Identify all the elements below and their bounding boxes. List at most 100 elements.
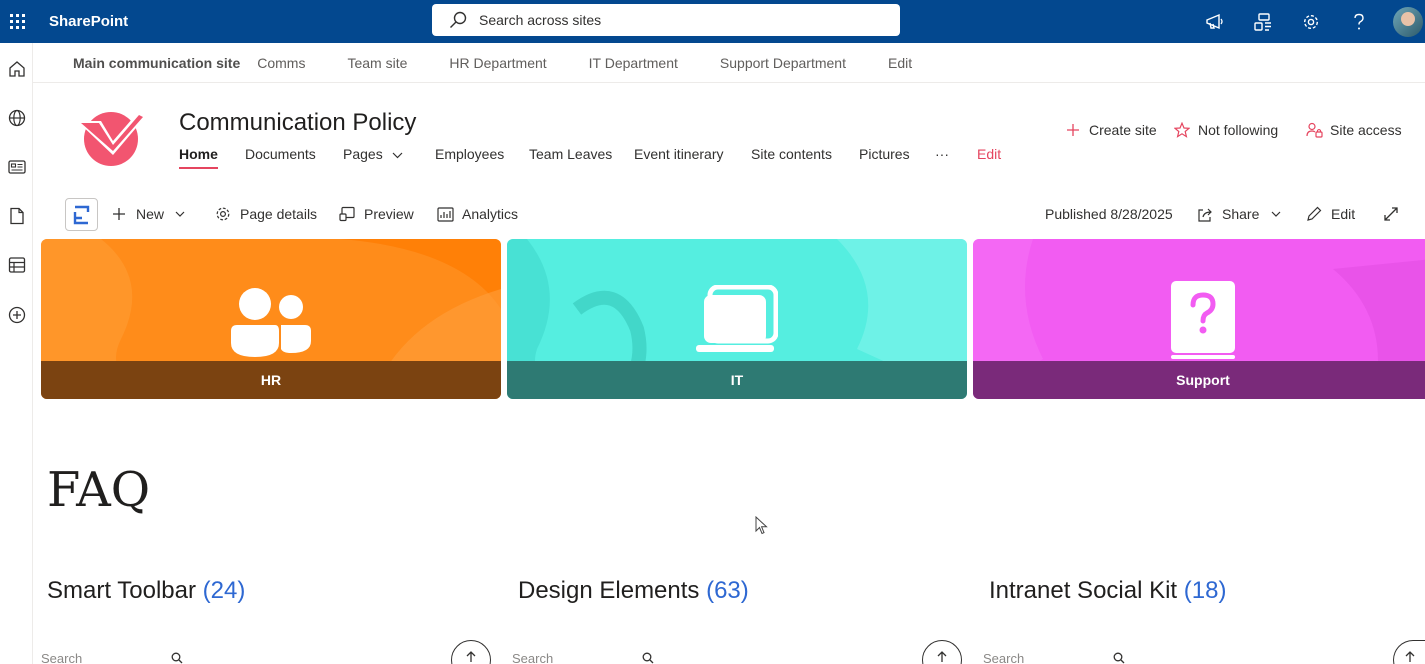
share-icon (1198, 208, 1212, 222)
sort-up-button[interactable] (922, 640, 962, 664)
faq-column-title: Intranet Social Kit (18) (989, 577, 1226, 605)
faq-column-count: (18) (1183, 577, 1227, 604)
create-site-button[interactable]: Create site (1066, 122, 1157, 138)
published-label: Published 8/28/2025 (1045, 206, 1173, 222)
pencil-icon (1307, 206, 1322, 221)
site-access-label: Site access (1330, 122, 1402, 138)
news-icon[interactable] (7, 157, 27, 177)
page-details-label: Page details (240, 206, 318, 222)
search-icon[interactable] (642, 652, 654, 664)
sort-up-button[interactable] (451, 640, 491, 664)
search-icon (450, 11, 467, 28)
faq-column-name: Smart Toolbar (47, 577, 196, 604)
hub-title[interactable]: Main communication site (73, 55, 240, 71)
hub-nav-it-department[interactable]: IT Department (589, 55, 678, 71)
site-nav-pages-label: Pages (343, 146, 383, 162)
app-connect-icon[interactable] (1239, 0, 1287, 43)
tile-support[interactable]: Support (973, 239, 1425, 399)
share-button[interactable]: Share (1197, 206, 1281, 222)
hub-nav-support-department[interactable]: Support Department (720, 55, 846, 71)
analytics-icon (437, 206, 454, 222)
faq-search-box[interactable] (983, 648, 1133, 664)
site-logo[interactable] (75, 107, 151, 167)
new-button[interactable]: New (112, 206, 185, 222)
hub-nav-comms[interactable]: Comms (257, 55, 305, 71)
search-icon[interactable] (1113, 652, 1125, 664)
follow-button[interactable]: Not following (1174, 122, 1278, 138)
plus-icon (113, 208, 125, 220)
faq-column-title: Design Elements (63) (518, 577, 749, 605)
list-icon[interactable] (7, 255, 27, 275)
arrow-up-icon (1405, 651, 1414, 662)
gear-icon[interactable] (1287, 0, 1335, 43)
faq-column-name: Design Elements (518, 577, 700, 604)
chevron-down-icon (1271, 211, 1281, 217)
toolbar-brand-button[interactable] (65, 198, 98, 231)
faq-column-title: Smart Toolbar (24) (47, 577, 245, 605)
tile-support-label: Support (973, 361, 1425, 399)
left-app-bar (0, 43, 33, 664)
site-nav-more-icon[interactable]: ··· (935, 146, 949, 162)
home-icon[interactable] (7, 59, 27, 79)
command-bar: New Page details Preview Analytics Publi… (41, 198, 1425, 232)
sort-up-button[interactable] (1393, 640, 1425, 664)
app-name[interactable]: SharePoint (49, 13, 128, 30)
waffle-icon (9, 14, 25, 29)
tile-hr[interactable]: HR (41, 239, 501, 399)
people-icon (231, 288, 311, 357)
site-nav-event-itinerary[interactable]: Event itinerary (634, 146, 723, 162)
analytics-label: Analytics (462, 206, 519, 222)
faq-search-box[interactable] (512, 648, 662, 664)
site-nav-employees[interactable]: Employees (435, 146, 504, 162)
document-icon[interactable] (7, 206, 27, 226)
faq-column-count: (63) (706, 577, 749, 604)
star-icon (1174, 122, 1190, 138)
new-label: New (136, 206, 165, 222)
analytics-button[interactable]: Analytics (437, 206, 518, 222)
suite-bar: SharePoint (0, 0, 1425, 43)
tile-it-label: IT (507, 361, 967, 399)
faq-search-input[interactable] (512, 650, 642, 664)
edit-page-button[interactable]: Edit (1306, 206, 1355, 222)
search-icon[interactable] (171, 652, 183, 664)
site-access-button[interactable]: Site access (1306, 122, 1402, 138)
hub-nav-edit[interactable]: Edit (888, 55, 912, 71)
faq-search-input[interactable] (983, 650, 1113, 664)
page-details-button[interactable]: Page details (215, 206, 317, 222)
site-nav-team-leaves[interactable]: Team Leaves (529, 146, 612, 162)
site-nav-pages[interactable]: Pages (343, 146, 403, 162)
create-site-label: Create site (1089, 122, 1157, 138)
arrow-up-icon (937, 651, 947, 662)
faq-search-input[interactable] (41, 650, 171, 664)
chevron-down-icon (175, 211, 185, 217)
app-launcher-button[interactable] (0, 0, 34, 43)
site-nav-documents[interactable]: Documents (245, 146, 316, 162)
mouse-cursor-icon (755, 516, 768, 535)
faq-column-name: Intranet Social Kit (989, 577, 1178, 604)
share-label: Share (1222, 206, 1260, 222)
arrow-up-icon (466, 651, 476, 662)
megaphone-icon[interactable] (1191, 0, 1239, 43)
help-icon[interactable] (1335, 0, 1383, 43)
hub-nav-team-site[interactable]: Team site (347, 55, 407, 71)
preview-button[interactable]: Preview (339, 206, 414, 222)
preview-label: Preview (364, 206, 414, 222)
brand-logo-icon (73, 205, 90, 224)
add-circle-icon[interactable] (7, 305, 27, 325)
site-nav-edit[interactable]: Edit (977, 146, 1001, 162)
faq-search-box[interactable] (41, 648, 191, 664)
hub-nav-hr-department[interactable]: HR Department (449, 55, 546, 71)
global-search-box[interactable] (432, 4, 900, 36)
site-nav-site-contents[interactable]: Site contents (751, 146, 832, 162)
avatar[interactable] (1393, 6, 1423, 37)
global-search-input[interactable] (479, 12, 859, 28)
plus-icon (1067, 124, 1079, 136)
expand-icon[interactable] (1383, 206, 1399, 222)
hub-navigation: Main communication site Comms Team site … (33, 43, 1425, 83)
tile-it[interactable]: IT (507, 239, 967, 399)
site-nav-pictures[interactable]: Pictures (859, 146, 910, 162)
site-title[interactable]: Communication Policy (179, 109, 416, 137)
globe-icon[interactable] (7, 108, 27, 128)
faq-title: FAQ (47, 462, 151, 518)
site-nav-home[interactable]: Home (179, 146, 218, 169)
